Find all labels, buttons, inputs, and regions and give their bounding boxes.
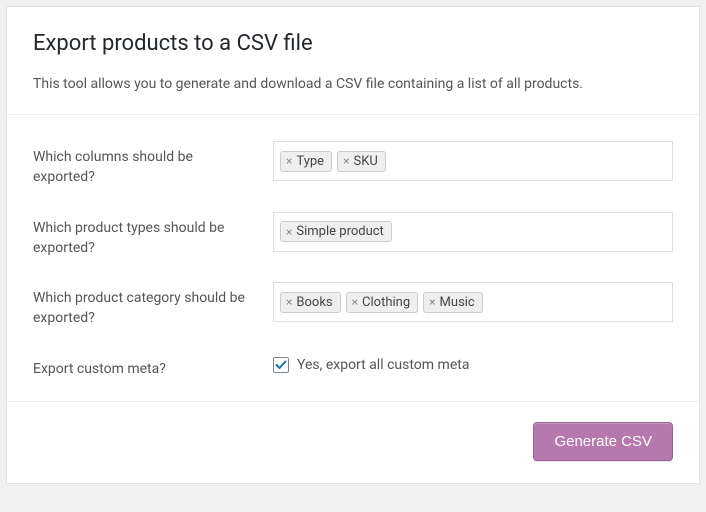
custom-meta-checkbox[interactable] — [273, 357, 289, 373]
control-categories: × Books × Clothing × Music — [273, 282, 673, 322]
row-product-types: Which product types should be exported? … — [33, 200, 673, 271]
columns-input[interactable]: × Type × SKU — [273, 141, 673, 181]
tag-label: Music — [440, 295, 475, 310]
label-product-types: Which product types should be exported? — [33, 212, 273, 259]
row-categories: Which product category should be exporte… — [33, 270, 673, 341]
tag[interactable]: × SKU — [337, 151, 386, 172]
control-custom-meta: Yes, export all custom meta — [273, 353, 673, 373]
tag[interactable]: × Music — [423, 292, 483, 313]
tag[interactable]: × Type — [280, 151, 332, 172]
tag[interactable]: × Simple product — [280, 221, 392, 242]
tag-label: Clothing — [362, 295, 410, 310]
close-icon[interactable]: × — [429, 296, 435, 308]
close-icon[interactable]: × — [286, 226, 292, 238]
label-custom-meta: Export custom meta? — [33, 353, 273, 379]
tag-label: SKU — [353, 154, 377, 169]
close-icon[interactable]: × — [286, 155, 292, 167]
label-columns: Which columns should be exported? — [33, 141, 273, 188]
form-body: Which columns should be exported? ×Type×… — [7, 115, 699, 402]
generate-csv-button[interactable]: Generate CSV — [533, 422, 673, 461]
custom-meta-checkbox-label[interactable]: Yes, export all custom meta — [297, 357, 469, 373]
check-icon — [275, 359, 287, 371]
tag[interactable]: × Books — [280, 292, 341, 313]
control-columns: × Type × SKU — [273, 141, 673, 181]
row-custom-meta: Export custom meta? Yes, export all cust… — [33, 341, 673, 391]
page-description: This tool allows you to generate and dow… — [33, 76, 673, 92]
page-title: Export products to a CSV file — [33, 31, 673, 56]
panel-header: Export products to a CSV file This tool … — [7, 7, 699, 115]
checkbox-container: Yes, export all custom meta — [273, 353, 673, 373]
close-icon[interactable]: × — [352, 296, 358, 308]
tag-label: Books — [296, 295, 332, 310]
tag-label: Simple product — [296, 224, 383, 239]
close-icon[interactable]: × — [286, 296, 292, 308]
control-product-types: × Simple product — [273, 212, 673, 252]
label-categories: Which product category should be exporte… — [33, 282, 273, 329]
categories-input[interactable]: × Books × Clothing × Music — [273, 282, 673, 322]
close-icon[interactable]: × — [343, 155, 349, 167]
product-types-input[interactable]: × Simple product — [273, 212, 673, 252]
tag[interactable]: × Clothing — [346, 292, 419, 313]
row-columns: Which columns should be exported? ×Type×… — [33, 129, 673, 200]
tag-label: Type — [296, 154, 324, 169]
panel-footer: Generate CSV — [7, 402, 699, 483]
export-panel: Export products to a CSV file This tool … — [6, 6, 700, 484]
